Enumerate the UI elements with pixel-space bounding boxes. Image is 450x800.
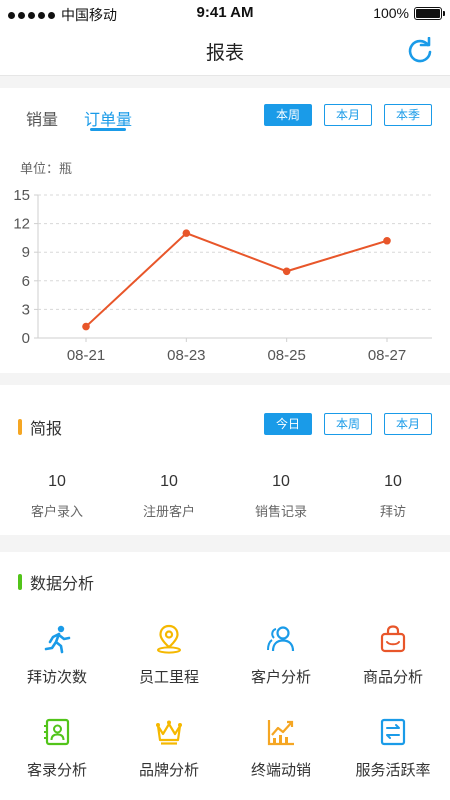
y-tick-label: 9 xyxy=(22,244,30,261)
nav-bar: 报表 xyxy=(0,26,450,76)
stat-sales-records[interactable]: 10 销售记录 xyxy=(225,473,337,520)
battery-icon xyxy=(414,6,445,20)
grid-item-label: 品牌分析 xyxy=(138,762,199,779)
data-point xyxy=(282,267,291,276)
stat-visits[interactable]: 10 拜访 xyxy=(337,473,449,520)
active-tab-indicator xyxy=(90,128,126,131)
grid-item-staff-mileage[interactable]: 员工里程 xyxy=(113,624,225,687)
brief-title: 简报 xyxy=(30,421,63,438)
stat-label: 销售记录 xyxy=(254,504,307,519)
grid-item-label: 员工里程 xyxy=(138,669,199,686)
period-this-quarter-button[interactable]: 本季 xyxy=(384,104,432,126)
grid-item-terminal-sales[interactable]: 终端动销 xyxy=(225,717,337,780)
stat-value: 10 xyxy=(160,473,178,490)
x-tick-label: 08-27 xyxy=(368,347,406,363)
data-analysis-section: 数据分析 拜访次数 员工里程 客户分析 商品分析 客录分析 品牌分析 终端动销 … xyxy=(0,552,450,800)
grid-item-label: 商品分析 xyxy=(362,669,423,686)
data-point xyxy=(182,229,191,237)
grid-item-brand-analysis[interactable]: 品牌分析 xyxy=(113,717,225,780)
y-tick-label: 0 xyxy=(22,330,30,347)
y-tick-label: 15 xyxy=(13,187,30,204)
grid-item-label: 客户分析 xyxy=(250,669,311,686)
analysis-title: 数据分析 xyxy=(30,576,95,593)
brief-this-week-button[interactable]: 本周 xyxy=(324,413,372,435)
grid-item-label: 客录分析 xyxy=(26,762,87,779)
stat-customer-entry[interactable]: 10 客户录入 xyxy=(1,473,113,520)
runner-icon xyxy=(44,625,71,654)
stat-label: 注册客户 xyxy=(142,504,195,519)
analysis-accent-bar xyxy=(18,574,22,590)
y-tick-label: 12 xyxy=(13,216,30,233)
grid-item-label: 服务活跃率 xyxy=(355,762,431,779)
brief-this-month-button[interactable]: 本月 xyxy=(384,413,432,435)
contact-card-icon xyxy=(44,718,70,746)
crown-icon xyxy=(156,720,182,745)
data-point xyxy=(82,322,90,331)
trend-chart-icon xyxy=(267,720,294,746)
location-pin-icon xyxy=(157,624,181,654)
grid-item-visit-count[interactable]: 拜访次数 xyxy=(1,624,113,687)
tab-orders[interactable]: 订单量 xyxy=(84,106,132,130)
unit-label: 单位：瓶 xyxy=(20,161,73,176)
grid-item-label: 终端动销 xyxy=(250,762,311,779)
period-this-month-button[interactable]: 本月 xyxy=(324,104,372,126)
refresh-icon[interactable] xyxy=(406,37,434,65)
stat-label: 拜访 xyxy=(379,504,406,519)
grid-item-product-analysis[interactable]: 商品分析 xyxy=(337,624,449,687)
period-this-week-button[interactable]: 本周 xyxy=(264,104,312,126)
page-title: 报表 xyxy=(205,43,244,64)
stat-value: 10 xyxy=(48,473,66,490)
stat-value: 10 xyxy=(384,473,402,490)
transfer-icon xyxy=(380,718,406,746)
grid-item-label: 拜访次数 xyxy=(26,669,87,686)
x-tick-label: 08-23 xyxy=(167,347,205,363)
y-tick-label: 6 xyxy=(22,273,30,290)
users-icon xyxy=(267,626,295,652)
status-bar: 中国移动 9:41 AM 100% xyxy=(0,0,450,26)
tab-sales[interactable]: 销量 xyxy=(26,106,58,130)
stat-label: 客户录入 xyxy=(30,504,83,519)
grid-item-customer-analysis[interactable]: 客户分析 xyxy=(225,624,337,687)
order-line-chart: 0 3 6 9 12 15 08-21 08-23 08-25 08-27 xyxy=(13,187,432,363)
data-point xyxy=(383,236,391,245)
y-tick-label: 3 xyxy=(22,301,30,318)
x-tick-label: 08-21 xyxy=(67,347,105,363)
stat-value: 10 xyxy=(272,473,290,490)
brief-accent-bar xyxy=(18,419,22,435)
brief-section: 简报 今日 本周 本月 10 客户录入 10 注册客户 10 销售记录 10 拜… xyxy=(0,385,450,535)
report-chart-section: 销量 订单量 本周 本月 本季 单位：瓶 0 3 6 9 12 15 08-21 08-23 0… xyxy=(0,88,450,373)
grid-item-service-activity[interactable]: 服务活跃率 xyxy=(337,717,449,780)
grid-item-entry-analysis[interactable]: 客录分析 xyxy=(1,717,113,780)
x-tick-label: 08-25 xyxy=(267,347,305,363)
battery-percent: 100% xyxy=(373,5,409,21)
series-line xyxy=(85,231,388,328)
stat-registered-customers[interactable]: 10 注册客户 xyxy=(113,473,225,520)
shopping-bag-icon xyxy=(380,625,406,653)
brief-today-button[interactable]: 今日 xyxy=(264,413,312,435)
